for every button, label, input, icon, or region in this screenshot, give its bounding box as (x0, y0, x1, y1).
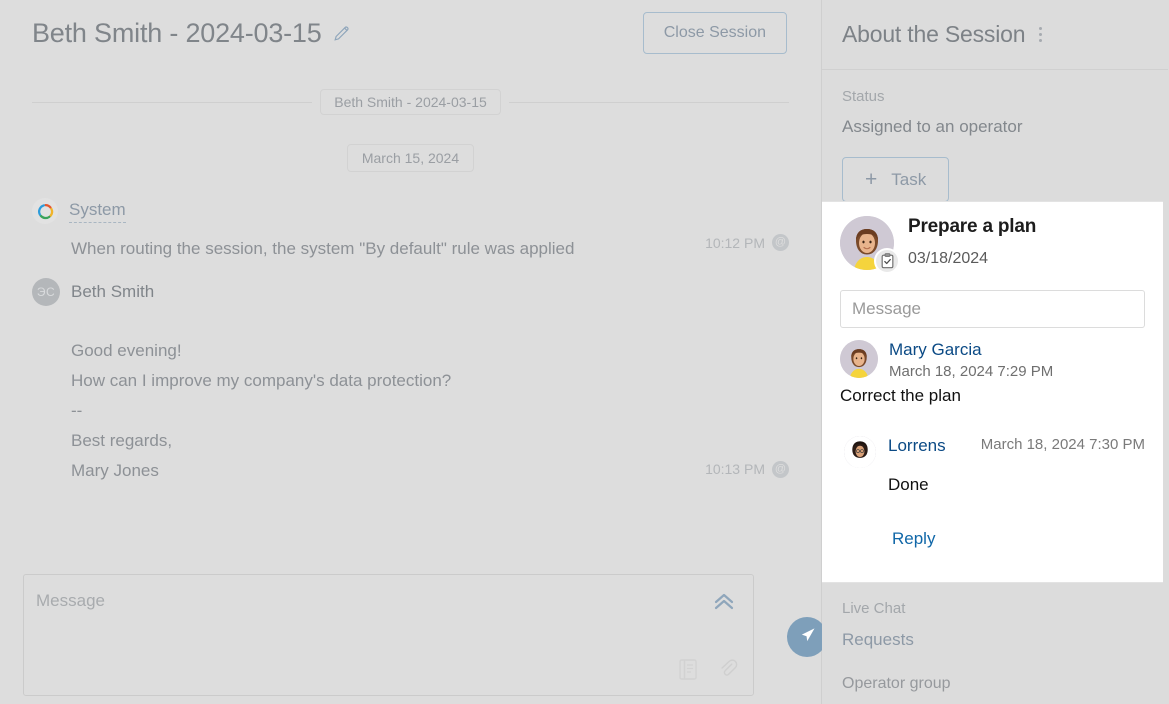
task-comment-meta: Mary Garcia March 18, 2024 7:29 PM (889, 340, 1053, 380)
task-reply-text: Done (888, 474, 929, 494)
at-badge-icon: @ (772, 234, 789, 251)
paperclip-icon[interactable] (719, 658, 739, 686)
send-icon (797, 624, 818, 650)
message-author-name: Beth Smith (71, 281, 155, 301)
clipboard-check-icon (874, 248, 900, 274)
message-meta: 10:13 PM @ (705, 454, 789, 484)
session-info-panel: About the Session Status Assigned to an … (822, 0, 1168, 704)
app-root: Beth Smith - 2024-03-15 Close Session Be… (0, 0, 1169, 704)
page-title: Beth Smith - 2024-03-15 (32, 17, 322, 48)
message-list: System When routing the session, the sys… (0, 198, 821, 486)
avatar[interactable] (844, 435, 876, 468)
task-date: 03/18/2024 (908, 250, 989, 267)
date-chip: March 15, 2024 (346, 144, 475, 172)
message-line: Mary Jones (71, 461, 159, 480)
divider-rule-left (32, 101, 313, 103)
message-meta: 10:12 PM @ (691, 234, 789, 251)
message-body-row: Good evening! How can I improve my compa… (32, 316, 789, 486)
divider-rule-right (508, 101, 789, 103)
reply-link[interactable]: Reply (892, 529, 1145, 549)
task-avatar-wrap (840, 216, 900, 274)
chat-header: Beth Smith - 2024-03-15 Close Session (0, 0, 821, 66)
composer-tools (678, 658, 739, 686)
task-meta: Prepare a plan 03/18/2024 (908, 216, 1036, 268)
task-header: Prepare a plan 03/18/2024 (840, 216, 1145, 274)
message-body-row: When routing the session, the system "By… (32, 234, 789, 264)
message-input[interactable]: Message (23, 574, 754, 696)
add-task-button[interactable]: + Task (842, 157, 950, 202)
composer-area: Message (23, 574, 827, 696)
chevron-double-up-icon[interactable] (711, 588, 737, 619)
task-comment-text: Correct the plan (840, 385, 961, 405)
task-comment: Mary Garcia March 18, 2024 7:29 PM Corre… (840, 340, 1145, 406)
requests-link[interactable]: Requests (842, 630, 1143, 650)
template-icon[interactable] (678, 658, 699, 686)
task-comment-reply: Lorrens March 18, 2024 7:30 PM (840, 435, 1145, 468)
task-comment-time: March 18, 2024 7:29 PM (889, 362, 1054, 380)
message-line: -- (71, 401, 83, 420)
task-card: Prepare a plan 03/18/2024 Message Mary G… (822, 201, 1163, 583)
side-fields: Live Chat Requests Operator group (822, 586, 1163, 693)
status-label: Status (842, 88, 885, 105)
status-value: Assigned to an operator (842, 117, 1023, 136)
avatar: ЭС (32, 278, 60, 306)
close-session-button[interactable]: Close Session (642, 12, 787, 54)
session-pill: Beth Smith - 2024-03-15 (320, 89, 501, 115)
plus-icon: + (865, 168, 878, 191)
composer-placeholder: Message (36, 591, 105, 610)
task-reply-time: March 18, 2024 7:30 PM (980, 435, 1145, 453)
pencil-icon[interactable] (332, 23, 352, 43)
date-chip-wrap: March 15, 2024 (0, 144, 821, 172)
side-panel-header: About the Session (822, 0, 1168, 70)
task-reply-author[interactable]: Lorrens (888, 436, 946, 456)
message-time: 10:13 PM (705, 461, 765, 477)
message-text-block: Good evening! How can I improve my compa… (32, 316, 789, 486)
message-client: ЭС Beth Smith Good evening! How can I im… (32, 278, 789, 486)
message-line: Good evening! (71, 341, 182, 360)
task-comment-placeholder: Message (852, 299, 921, 318)
session-divider: Beth Smith - 2024-03-15 (0, 89, 821, 115)
task-comment-header: Mary Garcia March 18, 2024 7:29 PM (840, 340, 1145, 380)
avatar[interactable] (840, 340, 878, 378)
kebab-menu-icon[interactable] (1039, 27, 1043, 42)
bitrix-ring-icon (32, 198, 58, 224)
chat-panel: Beth Smith - 2024-03-15 Close Session Be… (0, 0, 827, 704)
live-chat-label: Live Chat (842, 600, 906, 617)
operator-group-label: Operator group (842, 675, 951, 692)
message-line: How can I improve my company's data prot… (71, 371, 452, 390)
message-line: Best regards, (71, 431, 173, 450)
side-panel-title: About the Session (842, 21, 1026, 47)
send-button[interactable] (787, 617, 827, 657)
message-author-row: ЭС Beth Smith (32, 278, 789, 306)
task-title[interactable]: Prepare a plan (908, 216, 1036, 238)
message-author-name[interactable]: System (69, 199, 126, 223)
message-author-row: System (32, 198, 789, 224)
task-comment-author[interactable]: Mary Garcia (889, 340, 1053, 360)
at-badge-icon: @ (772, 460, 789, 478)
message-time: 10:12 PM (705, 234, 765, 251)
add-task-label: Task (891, 169, 927, 189)
status-section: Status Assigned to an operator + Task (822, 70, 1168, 202)
task-comment-input[interactable]: Message (840, 290, 1145, 328)
message-system: System When routing the session, the sys… (32, 198, 789, 264)
message-text: When routing the session, the system "By… (71, 239, 575, 258)
